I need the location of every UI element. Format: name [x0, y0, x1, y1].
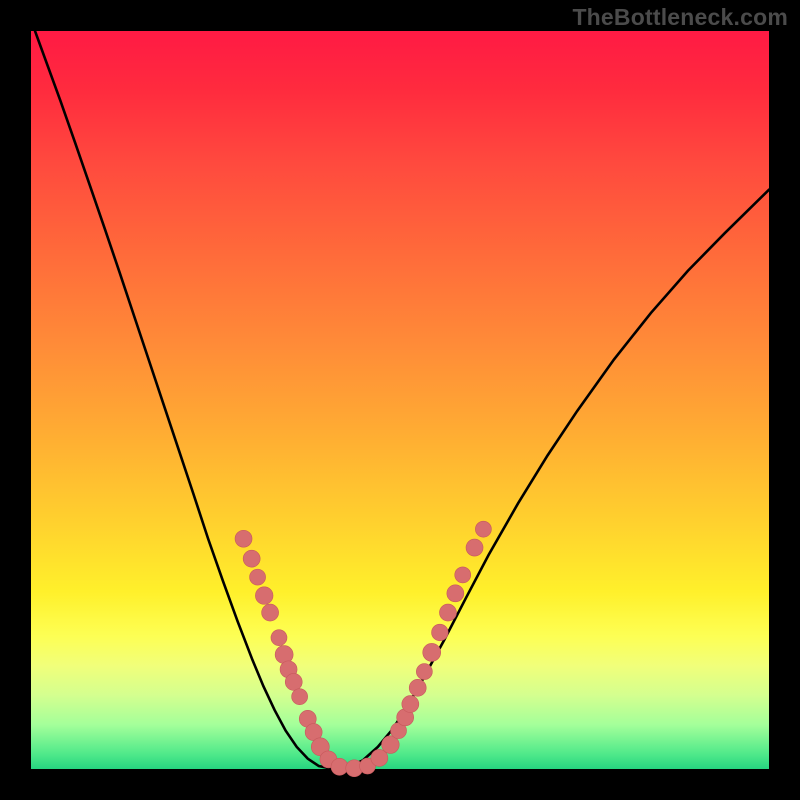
curve-marker	[475, 521, 491, 537]
curve-markers	[235, 521, 491, 777]
curve-marker	[402, 696, 419, 713]
curve-marker	[271, 630, 287, 646]
curve-marker	[255, 587, 273, 605]
bottleneck-curve	[31, 20, 769, 769]
curve-marker	[292, 689, 308, 705]
plot-area	[31, 31, 769, 769]
curve-marker	[423, 643, 441, 661]
curve-marker	[250, 569, 266, 585]
curve-marker	[439, 604, 456, 621]
curve-marker	[285, 673, 302, 690]
curve-marker	[235, 530, 252, 547]
chart-svg	[31, 31, 769, 769]
chart-frame: TheBottleneck.com	[0, 0, 800, 800]
curve-marker	[243, 550, 260, 567]
curve-marker	[416, 664, 432, 680]
curve-marker	[432, 624, 449, 641]
curve-marker	[262, 604, 279, 621]
curve-marker	[409, 679, 426, 696]
curve-marker	[331, 758, 348, 775]
curve-marker	[447, 585, 464, 602]
watermark-text: TheBottleneck.com	[572, 4, 788, 31]
curve-marker	[455, 567, 471, 583]
curve-marker	[466, 539, 483, 556]
